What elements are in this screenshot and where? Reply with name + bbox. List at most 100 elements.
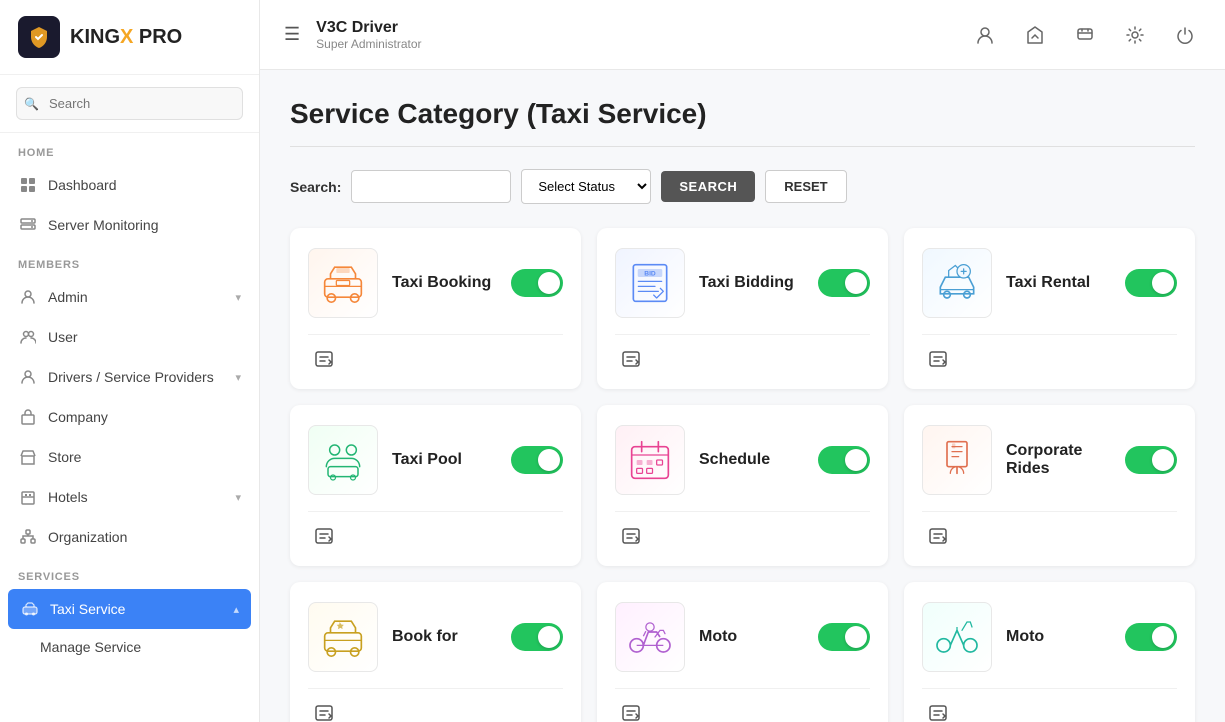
organization-label: Organization: [48, 529, 127, 545]
store-label: Store: [48, 449, 81, 465]
schedule-icon: [615, 425, 685, 495]
section-label-home: HOME: [0, 133, 259, 165]
taxi-rental-name: Taxi Rental: [1006, 274, 1111, 292]
alert-icon[interactable]: [1019, 19, 1051, 51]
organization-icon: [18, 527, 38, 547]
manage-service-label: Manage Service: [40, 639, 141, 655]
book-for-icon: [308, 602, 378, 672]
page-content: Service Category (Taxi Service) Search: …: [260, 70, 1225, 722]
sidebar-item-taxi-service[interactable]: Taxi Service ▴: [8, 589, 251, 629]
sidebar-section-home: HOME Dashboard Server: [0, 133, 259, 245]
sidebar-search-input[interactable]: [16, 87, 243, 120]
corporate-action-icon[interactable]: [922, 520, 954, 552]
hotels-chevron: ▾: [235, 491, 241, 504]
moto-1-toggle[interactable]: [818, 623, 870, 651]
sidebar-item-manage-service[interactable]: Manage Service: [0, 629, 259, 665]
sidebar-logo: KINGX PRO: [0, 0, 259, 75]
card-taxi-pool: Taxi Pool: [290, 405, 581, 566]
topbar-user-role: Super Administrator: [316, 37, 969, 51]
card-bottom-moto-2: [922, 688, 1177, 722]
store-icon: [18, 447, 38, 467]
dashboard-label: Dashboard: [48, 177, 117, 193]
card-top-schedule: Schedule: [615, 425, 870, 495]
search-label: Search:: [290, 179, 341, 195]
taxi-rental-action-icon[interactable]: [922, 343, 954, 375]
topbar: ☰ V3C Driver Super Administrator: [260, 0, 1225, 70]
moto-2-icon: [922, 602, 992, 672]
user-icon: [18, 327, 38, 347]
moto-1-action-icon[interactable]: [615, 697, 647, 722]
taxi-pool-action-icon[interactable]: [308, 520, 340, 552]
corporate-rides-icon: [922, 425, 992, 495]
card-bottom-corporate: [922, 511, 1177, 552]
sidebar-item-organization[interactable]: Organization: [0, 517, 259, 557]
card-top-book-for: Book for: [308, 602, 563, 672]
sidebar-item-dashboard[interactable]: Dashboard: [0, 165, 259, 205]
taxi-bidding-name: Taxi Bidding: [699, 274, 804, 292]
card-bottom-book-for: [308, 688, 563, 722]
moto-1-name: Moto: [699, 628, 804, 646]
taxi-booking-icon: [308, 248, 378, 318]
main-content: ☰ V3C Driver Super Administrator: [260, 0, 1225, 722]
sidebar-item-hotels[interactable]: Hotels ▾: [0, 477, 259, 517]
card-bottom-taxi-rental: [922, 334, 1177, 375]
taxi-bidding-toggle[interactable]: [818, 269, 870, 297]
schedule-action-icon[interactable]: [615, 520, 647, 552]
company-label: Company: [48, 409, 108, 425]
taxi-booking-toggle[interactable]: [511, 269, 563, 297]
sidebar-item-admin[interactable]: Admin ▾: [0, 277, 259, 317]
taxi-bidding-action-icon[interactable]: [615, 343, 647, 375]
schedule-toggle[interactable]: [818, 446, 870, 474]
topbar-user-name: V3C Driver: [316, 19, 969, 37]
notifications-icon[interactable]: [1069, 19, 1101, 51]
sidebar-item-drivers[interactable]: Drivers / Service Providers ▾: [0, 357, 259, 397]
moto-2-action-icon[interactable]: [922, 697, 954, 722]
corporate-rides-name: Corporate Rides: [1006, 442, 1111, 478]
menu-toggle-icon[interactable]: ☰: [284, 24, 300, 45]
section-label-services: SERVICES: [0, 557, 259, 589]
card-taxi-bidding: BID Taxi Bidding: [597, 228, 888, 389]
card-moto-2: Moto: [904, 582, 1195, 722]
schedule-name: Schedule: [699, 451, 804, 469]
taxi-rental-toggle[interactable]: [1125, 269, 1177, 297]
admin-label: Admin: [48, 289, 88, 305]
card-top-taxi-pool: Taxi Pool: [308, 425, 563, 495]
corporate-rides-toggle[interactable]: [1125, 446, 1177, 474]
hotels-icon: [18, 487, 38, 507]
search-bar: Search: Select Status Active Inactive SE…: [290, 169, 1195, 204]
drivers-icon: [18, 367, 38, 387]
settings-icon[interactable]: [1119, 19, 1151, 51]
sidebar-item-server-monitoring[interactable]: Server Monitoring: [0, 205, 259, 245]
user-label: User: [48, 329, 78, 345]
reset-button[interactable]: RESET: [765, 170, 846, 203]
dashboard-icon: [18, 175, 38, 195]
card-bottom-taxi-pool: [308, 511, 563, 552]
moto-2-toggle[interactable]: [1125, 623, 1177, 651]
taxi-pool-toggle[interactable]: [511, 446, 563, 474]
taxi-booking-action-icon[interactable]: [308, 343, 340, 375]
taxi-service-label: Taxi Service: [50, 601, 125, 617]
drivers-chevron: ▾: [235, 371, 241, 384]
search-button[interactable]: SEARCH: [661, 171, 755, 202]
status-select[interactable]: Select Status Active Inactive: [521, 169, 651, 204]
card-moto-1: Moto: [597, 582, 888, 722]
sidebar-section-services: SERVICES Taxi Service ▴ Manage Service: [0, 557, 259, 665]
card-top-moto-1: Moto: [615, 602, 870, 672]
user-profile-icon[interactable]: [969, 19, 1001, 51]
card-bottom-taxi-bidding: [615, 334, 870, 375]
book-for-action-icon[interactable]: [308, 697, 340, 722]
card-top-taxi-bidding: BID Taxi Bidding: [615, 248, 870, 318]
book-for-toggle[interactable]: [511, 623, 563, 651]
card-top-taxi-booking: Taxi Booking: [308, 248, 563, 318]
book-for-name: Book for: [392, 628, 497, 646]
search-input[interactable]: [351, 170, 511, 203]
sidebar-item-user[interactable]: User: [0, 317, 259, 357]
sidebar-search-wrapper: [0, 75, 259, 133]
sidebar-item-company[interactable]: Company: [0, 397, 259, 437]
taxi-pool-name: Taxi Pool: [392, 451, 497, 469]
power-icon[interactable]: [1169, 19, 1201, 51]
taxi-pool-icon: [308, 425, 378, 495]
sidebar-item-store[interactable]: Store: [0, 437, 259, 477]
page-title: Service Category (Taxi Service): [290, 98, 1195, 130]
taxi-bidding-icon: BID: [615, 248, 685, 318]
